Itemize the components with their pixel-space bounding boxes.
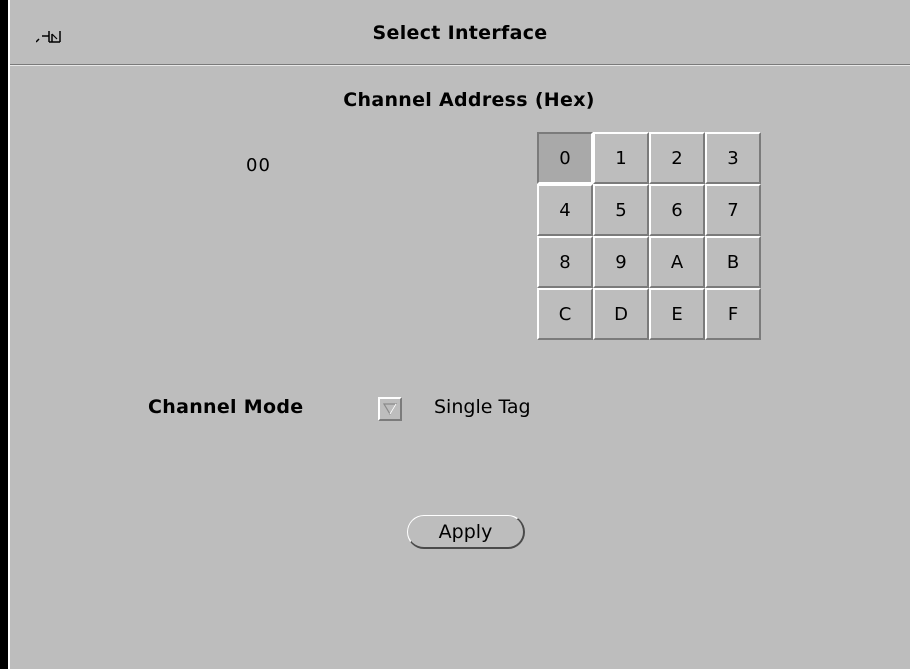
hex-key-6[interactable]: 6 (649, 184, 705, 236)
select-interface-window: Select Interface Channel Address (Hex) 0… (8, 0, 910, 669)
hex-key-5[interactable]: 5 (593, 184, 649, 236)
hex-keypad: 0 1 2 3 4 5 6 7 8 9 A B C D E F (537, 132, 761, 340)
hex-key-a[interactable]: A (649, 236, 705, 288)
channel-address-heading: Channel Address (Hex) (343, 89, 595, 111)
triangle-down-icon (383, 403, 397, 415)
hex-key-d[interactable]: D (593, 288, 649, 340)
hex-key-9[interactable]: 9 (593, 236, 649, 288)
channel-mode-value: Single Tag (434, 396, 531, 418)
window-title: Select Interface (372, 22, 548, 44)
hex-key-c[interactable]: C (537, 288, 593, 340)
hex-key-1[interactable]: 1 (593, 132, 649, 184)
hex-key-f[interactable]: F (705, 288, 761, 340)
channel-mode-menu-button[interactable] (378, 397, 402, 421)
hex-key-4[interactable]: 4 (537, 184, 593, 236)
channel-mode-label: Channel Mode (148, 396, 304, 418)
apply-button[interactable]: Apply (407, 515, 525, 549)
hex-key-2[interactable]: 2 (649, 132, 705, 184)
hex-key-3[interactable]: 3 (705, 132, 761, 184)
title-bar: Select Interface (10, 0, 910, 65)
channel-address-value: 00 (246, 155, 271, 176)
hex-key-7[interactable]: 7 (705, 184, 761, 236)
hex-key-8[interactable]: 8 (537, 236, 593, 288)
hex-key-e[interactable]: E (649, 288, 705, 340)
hex-key-0[interactable]: 0 (537, 132, 593, 184)
hex-key-b[interactable]: B (705, 236, 761, 288)
